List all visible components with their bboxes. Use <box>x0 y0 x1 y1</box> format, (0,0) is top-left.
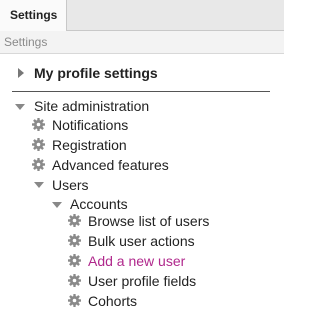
accounts-label[interactable]: Accounts <box>70 195 128 213</box>
caret-down-icon[interactable] <box>34 182 44 188</box>
gear-icon <box>68 274 81 287</box>
gear-icon <box>32 138 45 151</box>
block-title: Settings <box>4 35 48 49</box>
users-label[interactable]: Users <box>52 176 89 194</box>
caret-right-icon[interactable] <box>18 68 24 78</box>
gear-icon <box>32 158 45 171</box>
advanced-features-link[interactable]: Advanced features <box>52 156 169 174</box>
cohorts-link[interactable]: Cohorts <box>88 292 137 310</box>
gear-icon <box>68 234 81 247</box>
add-a-new-user-link[interactable]: Add a new user <box>88 252 185 270</box>
divider <box>12 91 270 92</box>
browse-list-of-users-link[interactable]: Browse list of users <box>88 212 209 230</box>
tab-bar: Settings <box>0 0 284 31</box>
gear-icon <box>68 254 81 267</box>
bulk-user-actions-link[interactable]: Bulk user actions <box>88 232 195 250</box>
gear-icon <box>32 118 45 131</box>
caret-down-icon[interactable] <box>15 104 25 110</box>
registration-link[interactable]: Registration <box>52 136 127 154</box>
block-header: Settings <box>0 31 284 54</box>
user-profile-fields-link[interactable]: User profile fields <box>88 272 196 290</box>
gear-icon <box>68 294 81 307</box>
tab-settings[interactable]: Settings <box>0 0 67 31</box>
site-administration-label[interactable]: Site administration <box>34 97 149 115</box>
gear-icon <box>68 214 81 227</box>
notifications-link[interactable]: Notifications <box>52 116 128 134</box>
my-profile-settings-label[interactable]: My profile settings <box>34 64 158 82</box>
caret-down-icon[interactable] <box>52 202 62 208</box>
